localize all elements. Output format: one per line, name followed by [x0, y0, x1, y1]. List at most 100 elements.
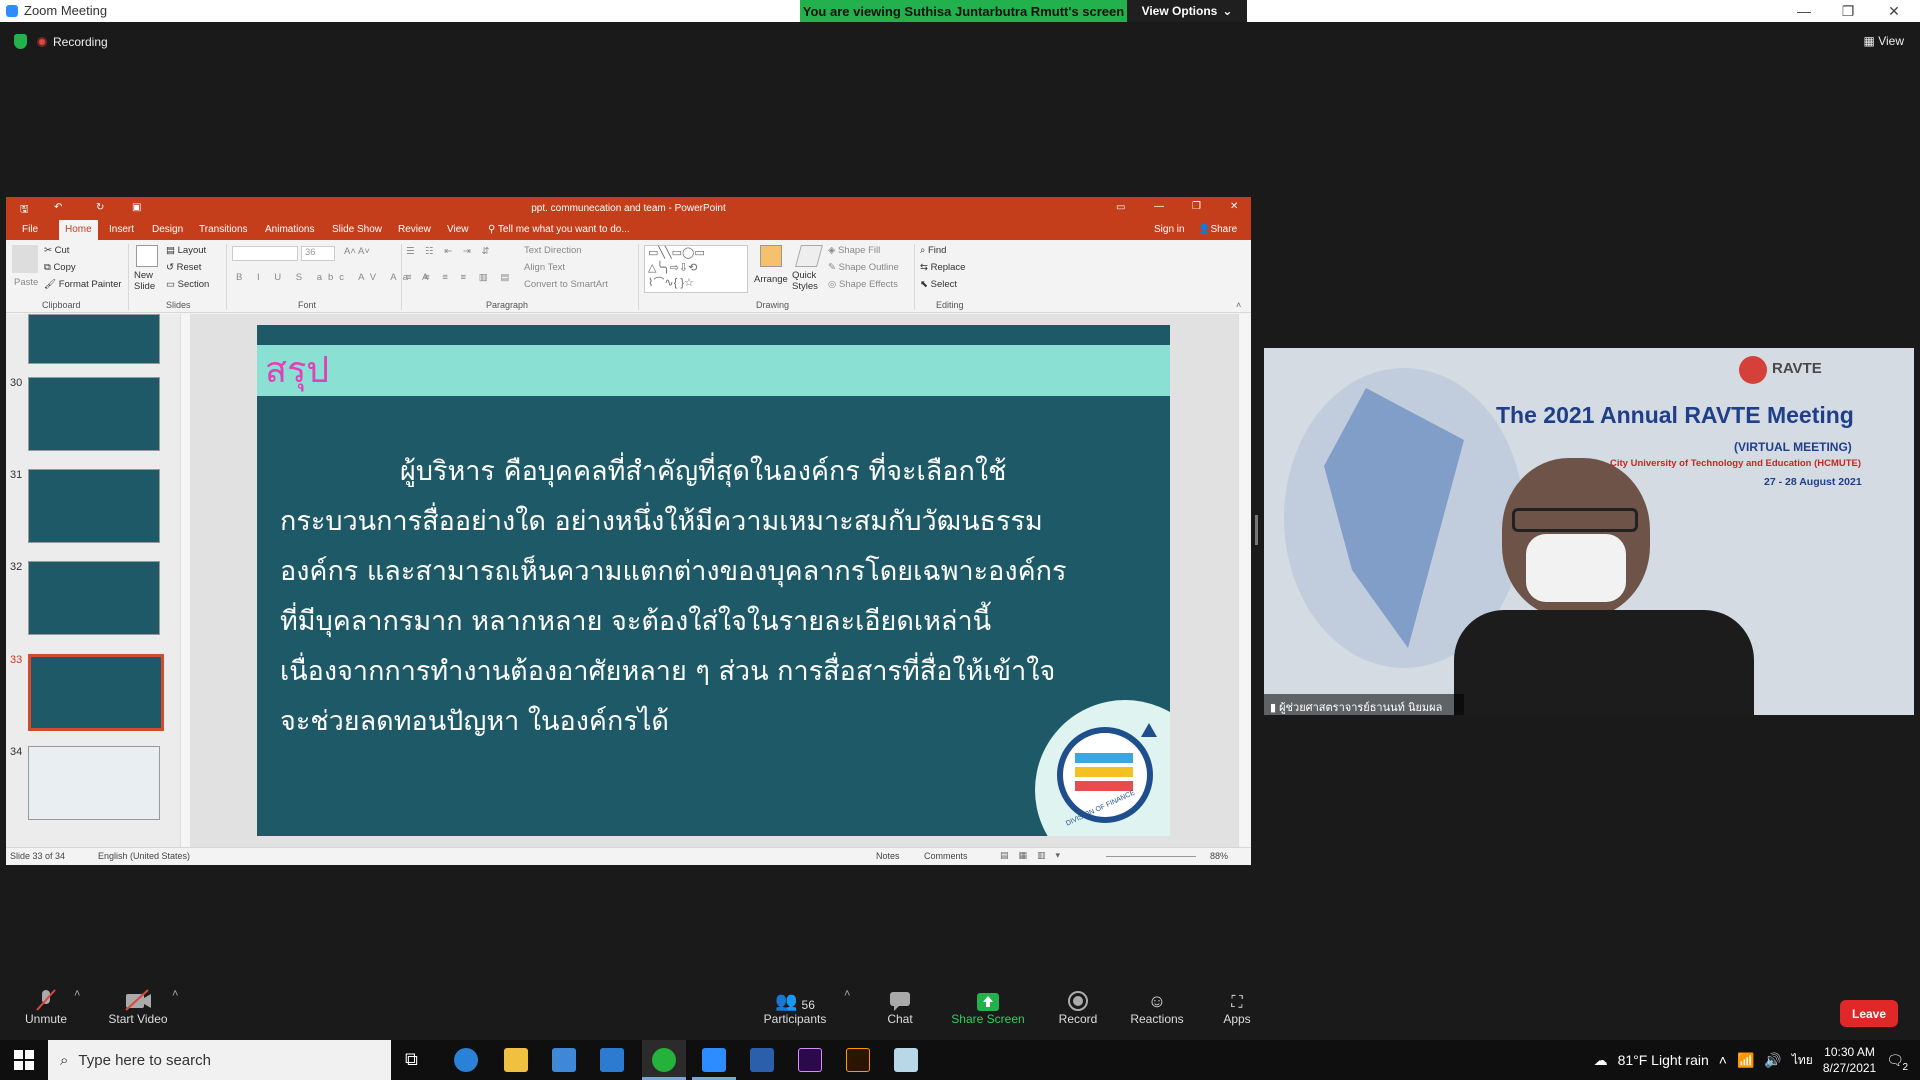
- ribbon-display-icon[interactable]: ▭: [1116, 202, 1125, 213]
- share-button[interactable]: 👤Share: [1198, 220, 1237, 240]
- network-icon[interactable]: 📶: [1737, 1052, 1754, 1069]
- grow-font-icon[interactable]: A˄ A˅: [344, 246, 370, 257]
- minimize-icon[interactable]: —: [1782, 0, 1826, 22]
- paste-button[interactable]: Paste: [14, 277, 38, 288]
- participant-video[interactable]: RAVTE The 2021 Annual RAVTE Meeting (VIR…: [1264, 348, 1914, 715]
- reactions-button[interactable]: ☺ Reactions: [1130, 986, 1184, 1026]
- thumbnail-scrollbar[interactable]: [180, 314, 190, 847]
- tab-slide-show[interactable]: Slide Show: [332, 220, 382, 240]
- weather-label[interactable]: 81°F Light rain: [1618, 1052, 1709, 1068]
- clock[interactable]: 10:30 AM 8/27/2021: [1823, 1044, 1876, 1076]
- participants-chevron[interactable]: ˄: [844, 988, 850, 1000]
- language-status[interactable]: English (United States): [98, 851, 190, 861]
- tab-insert[interactable]: Insert: [109, 220, 134, 240]
- share-screen-button[interactable]: Share Screen: [950, 986, 1026, 1026]
- store-icon[interactable]: [552, 1048, 576, 1072]
- ppt-close-icon[interactable]: ✕: [1230, 201, 1238, 212]
- zoom-icon[interactable]: [702, 1048, 726, 1072]
- zoom-level[interactable]: 88%: [1210, 851, 1228, 861]
- edge-icon[interactable]: [454, 1048, 478, 1072]
- collapse-ribbon-icon[interactable]: ˄: [1236, 300, 1241, 310]
- arrange-icon[interactable]: [760, 245, 782, 267]
- shape-fill-button[interactable]: ◈ Shape Fill: [828, 245, 880, 256]
- tab-animations[interactable]: Animations: [265, 220, 314, 240]
- slide-thumbnail[interactable]: [28, 746, 160, 820]
- slide-thumbnail[interactable]: [28, 469, 160, 543]
- tell-me-box[interactable]: ⚲ Tell me what you want to do...: [488, 220, 630, 240]
- tab-file[interactable]: File: [22, 220, 38, 240]
- comments-button[interactable]: Comments: [924, 851, 968, 861]
- paste-icon[interactable]: [12, 245, 38, 273]
- ppt-minimize-icon[interactable]: —: [1154, 201, 1164, 212]
- chat-button[interactable]: Chat: [880, 986, 920, 1026]
- video-options-chevron[interactable]: ˄: [172, 988, 178, 1000]
- select-button[interactable]: ⬉ Select: [920, 279, 957, 290]
- zoom-slider[interactable]: [1106, 856, 1196, 857]
- notes-button[interactable]: Notes: [876, 851, 900, 861]
- list-buttons[interactable]: ☰ ☷ ⇤ ⇥ ⇵: [406, 246, 493, 257]
- file-explorer-icon[interactable]: [504, 1048, 528, 1072]
- section-button[interactable]: ▭ Section: [166, 279, 209, 290]
- tab-view[interactable]: View: [447, 220, 469, 240]
- layout-button[interactable]: ▤ Layout: [166, 245, 206, 256]
- sign-in-link[interactable]: Sign in: [1154, 220, 1185, 240]
- find-button[interactable]: ⌕ Find: [920, 245, 946, 256]
- replace-button[interactable]: ⇆ Replace: [920, 262, 965, 273]
- font-style-buttons[interactable]: B I U S abc AV Aa A: [236, 272, 434, 283]
- premiere-icon[interactable]: [798, 1048, 822, 1072]
- quick-styles-icon[interactable]: [795, 245, 823, 267]
- splitter-handle[interactable]: [1255, 515, 1258, 545]
- close-icon[interactable]: ✕: [1872, 0, 1916, 22]
- apps-button[interactable]: ⛶ Apps: [1220, 986, 1254, 1026]
- align-buttons[interactable]: ≡ ≡ ≡ ≡ ▥ ▤: [406, 272, 514, 283]
- font-name-field[interactable]: [232, 246, 298, 261]
- arrange-button[interactable]: Arrange: [754, 274, 788, 285]
- cut-button[interactable]: ✂ Cut: [44, 245, 69, 256]
- shape-outline-button[interactable]: ✎ Shape Outline: [828, 262, 899, 273]
- mail-icon[interactable]: [600, 1048, 624, 1072]
- shapes-gallery[interactable]: ▭╲╲▭◯▭ △╰╮⇨⇩⟲ ⌇⌒∿{ }☆: [644, 245, 748, 293]
- tab-transitions[interactable]: Transitions: [199, 220, 248, 240]
- restore-icon[interactable]: ❐: [1826, 0, 1870, 22]
- notepad-icon[interactable]: [894, 1048, 918, 1072]
- notifications-icon[interactable]: 🗨 2: [1886, 1052, 1908, 1073]
- start-video-button[interactable]: Start Video: [106, 986, 170, 1026]
- reset-button[interactable]: ↺ Reset: [166, 262, 201, 273]
- slide-scrollbar[interactable]: [1238, 314, 1248, 847]
- align-text-button[interactable]: Align Text: [524, 262, 565, 273]
- new-slide-icon[interactable]: [136, 245, 158, 267]
- tab-design[interactable]: Design: [152, 220, 183, 240]
- illustrator-icon[interactable]: [846, 1048, 870, 1072]
- record-button[interactable]: Record: [1055, 986, 1101, 1026]
- participants-button[interactable]: 👥 56 Participants: [760, 986, 830, 1026]
- volume-icon[interactable]: 🔊: [1764, 1052, 1781, 1069]
- leave-button[interactable]: Leave: [1840, 1000, 1898, 1027]
- tray-chevron-icon[interactable]: ˄: [1719, 1052, 1727, 1068]
- slide-thumbnail-selected[interactable]: [28, 654, 164, 731]
- new-slide-button[interactable]: New Slide: [134, 270, 164, 292]
- view-buttons[interactable]: ▤▦▥▾: [1000, 850, 1070, 861]
- slide-thumbnail[interactable]: [28, 377, 160, 451]
- tab-review[interactable]: Review: [398, 220, 431, 240]
- quick-styles-button[interactable]: Quick Styles: [792, 270, 824, 292]
- tab-home[interactable]: Home: [59, 220, 98, 240]
- word-icon[interactable]: [750, 1048, 774, 1072]
- ppt-restore-icon[interactable]: ❐: [1192, 201, 1201, 212]
- taskbar-search[interactable]: ⌕ Type here to search: [48, 1040, 391, 1080]
- convert-smartart-button[interactable]: Convert to SmartArt: [524, 279, 608, 290]
- format-painter-button[interactable]: 🖌 Format Painter: [44, 279, 122, 290]
- copy-button[interactable]: ⧉ Copy: [44, 262, 76, 273]
- audio-options-chevron[interactable]: ˄: [74, 988, 80, 1000]
- shape-effects-button[interactable]: ◎ Shape Effects: [828, 279, 898, 290]
- slide-thumbnail[interactable]: [28, 561, 160, 635]
- view-options-button[interactable]: View Options ⌄: [1127, 0, 1247, 22]
- language-indicator[interactable]: ไทย: [1792, 1051, 1813, 1070]
- text-direction-button[interactable]: Text Direction: [524, 245, 582, 256]
- windows-start-icon[interactable]: [14, 1050, 34, 1075]
- view-button[interactable]: ▦ View: [1864, 34, 1904, 48]
- line-icon[interactable]: [652, 1048, 676, 1072]
- font-size-field[interactable]: 36: [301, 246, 335, 261]
- unmute-button[interactable]: Unmute: [20, 986, 72, 1026]
- slide-thumbnail[interactable]: [28, 314, 160, 364]
- task-view-icon[interactable]: ⧉: [405, 1049, 427, 1071]
